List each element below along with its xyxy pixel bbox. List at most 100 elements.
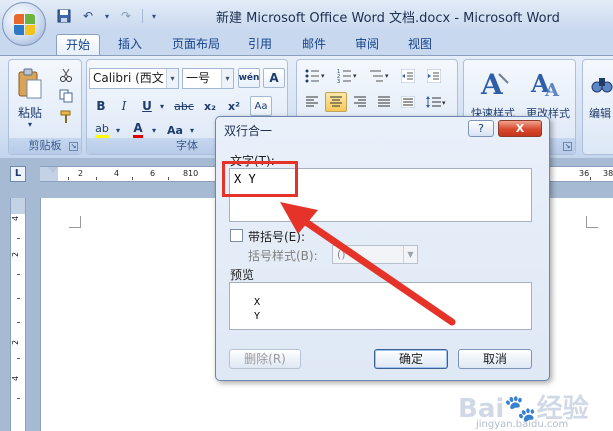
preview-label: 预览 (230, 268, 255, 282)
underline-button[interactable]: U (137, 96, 157, 116)
close-button[interactable]: X (498, 120, 542, 137)
quick-styles-icon[interactable]: A (470, 66, 516, 102)
bullets-icon[interactable]: ▾ (301, 66, 329, 86)
increase-indent-icon[interactable] (423, 66, 445, 86)
help-button[interactable]: ? (468, 120, 494, 137)
ruler-minor-tick (168, 177, 169, 180)
italic-button[interactable]: I (114, 96, 134, 116)
ruler-tick: 36 (579, 169, 590, 178)
align-left-icon[interactable] (301, 92, 323, 112)
justify-icon[interactable] (373, 92, 395, 112)
undo-dropdown-icon[interactable]: ▾ (102, 7, 112, 25)
distributed-icon[interactable] (397, 92, 419, 112)
phonetic-guide-button[interactable]: wén (238, 68, 260, 88)
vertical-ruler[interactable]: 4 2 2 4 (10, 198, 26, 431)
format-painter-icon[interactable] (55, 107, 77, 127)
font-size-combo[interactable]: 一号 ▾ (182, 68, 234, 89)
tab-review[interactable]: 审阅 (347, 34, 387, 56)
clipboard-launcher-icon[interactable]: ↘ (69, 142, 78, 151)
change-styles-icon[interactable]: AA (524, 66, 570, 102)
combine-two-lines-dialog: 双行合一 ? X 文字(T): X Y 带括号(E): 括号样式(B): () … (215, 116, 550, 381)
ruler-tick: 10 (188, 169, 199, 178)
change-case-button[interactable]: Aa (163, 120, 187, 140)
highlight-dropdown-icon[interactable]: ▾ (113, 120, 123, 140)
highlight-button[interactable]: ab (91, 120, 113, 140)
styles-launcher-icon[interactable]: ↘ (563, 142, 572, 151)
svg-text:A: A (480, 68, 504, 100)
tab-insert[interactable]: 插入 (110, 34, 150, 56)
paste-label[interactable]: 粘贴 (13, 104, 47, 121)
font-size-dropdown-icon[interactable]: ▾ (221, 69, 233, 88)
customize-qat-icon[interactable]: ▾ (149, 7, 159, 25)
tab-references[interactable]: 引用 (240, 34, 280, 56)
font-name-value: Calibri (西文 (93, 71, 164, 85)
office-logo-icon (14, 14, 36, 36)
multilevel-list-icon[interactable]: ▾ (365, 66, 393, 86)
clipboard-group: 粘贴 ▾ 剪贴板 ↘ (8, 59, 82, 155)
ruler-tick: 6 (150, 169, 156, 178)
character-border-button[interactable]: A (263, 68, 285, 88)
save-icon[interactable] (54, 7, 74, 25)
font-color-button[interactable]: A (127, 120, 149, 140)
vruler-tick: 2 (11, 251, 21, 258)
office-button[interactable] (2, 2, 46, 46)
editing-label[interactable]: 编辑 (583, 105, 613, 121)
baidu-watermark: Bai🐾经验 jingyan.baidu.com (458, 388, 613, 431)
decrease-indent-icon[interactable] (397, 66, 419, 86)
ok-button[interactable]: 确定 (374, 349, 448, 369)
svg-text:▾: ▾ (321, 72, 325, 80)
ruler-tick: 2 (78, 169, 84, 178)
align-center-icon[interactable] (325, 92, 347, 112)
top-margin-area (11, 198, 25, 214)
bracket-style-label: 括号样式(B): (248, 249, 318, 263)
vruler-minor-tick (17, 274, 20, 275)
font-name-combo[interactable]: Calibri (西文 ▾ (89, 68, 179, 89)
subscript-button[interactable]: x₂ (199, 96, 221, 116)
vruler-minor-tick (17, 238, 20, 239)
font-size-value: 一号 (186, 71, 211, 85)
margin-corner-mark (586, 216, 598, 228)
font-color-dropdown-icon[interactable]: ▾ (149, 120, 159, 140)
font-name-dropdown-icon[interactable]: ▾ (166, 69, 178, 88)
bracket-style-dropdown-icon[interactable]: ▼ (403, 246, 417, 263)
change-case-dropdown-icon[interactable]: ▾ (187, 120, 197, 140)
qat-separator (142, 9, 143, 23)
first-line-indent-marker[interactable] (48, 167, 58, 173)
tab-selector[interactable]: L (10, 166, 26, 182)
vruler-tick: 4 (11, 215, 21, 222)
tab-view[interactable]: 视图 (400, 34, 440, 56)
underline-dropdown-icon[interactable]: ▾ (157, 96, 167, 116)
vruler-tick: 2 (11, 339, 21, 346)
bracket-checkbox[interactable] (230, 229, 243, 242)
editing-group: 编辑 (582, 59, 613, 155)
cancel-button[interactable]: 取消 (458, 349, 532, 369)
tab-mailings[interactable]: 邮件 (294, 34, 334, 56)
tab-page-layout[interactable]: 页面布局 (164, 34, 228, 56)
numbering-icon[interactable]: 1 2 3 ▾ (333, 66, 361, 86)
copy-icon[interactable] (55, 86, 77, 106)
redo-icon[interactable]: ↷ (116, 7, 136, 25)
superscript-button[interactable]: x² (223, 96, 245, 116)
bracket-checkbox-label[interactable]: 带括号(E): (248, 228, 305, 245)
margin-corner-mark (69, 216, 81, 228)
title-bar: ↶ ▾ ↷ ▾ 新建 Microsoft Office Word 文档.docx… (0, 0, 613, 32)
paste-icon[interactable] (13, 64, 47, 104)
undo-icon[interactable]: ↶ (78, 7, 98, 25)
line-spacing-icon[interactable]: ▾ (421, 92, 451, 112)
annotation-highlight-box (222, 161, 298, 197)
preview-line-1: X (254, 297, 261, 308)
align-right-icon[interactable] (349, 92, 371, 112)
paste-dropdown-icon[interactable]: ▾ (13, 120, 47, 129)
tab-home[interactable]: 开始 (56, 34, 100, 57)
bracket-style-select[interactable]: () ▼ (332, 245, 418, 264)
bold-button[interactable]: B (91, 96, 111, 116)
strikethrough-button[interactable]: abc (171, 96, 197, 116)
cut-icon[interactable] (55, 65, 77, 85)
svg-text:3: 3 (337, 79, 340, 83)
dialog-title: 双行合一 (224, 124, 273, 138)
delete-button[interactable]: 删除(R) (229, 349, 301, 369)
font-color-glyph: A (133, 121, 143, 139)
clear-formatting-button[interactable]: Aa (250, 96, 272, 116)
ruler-minor-tick (132, 177, 133, 180)
find-binoculars-icon[interactable] (587, 66, 613, 102)
